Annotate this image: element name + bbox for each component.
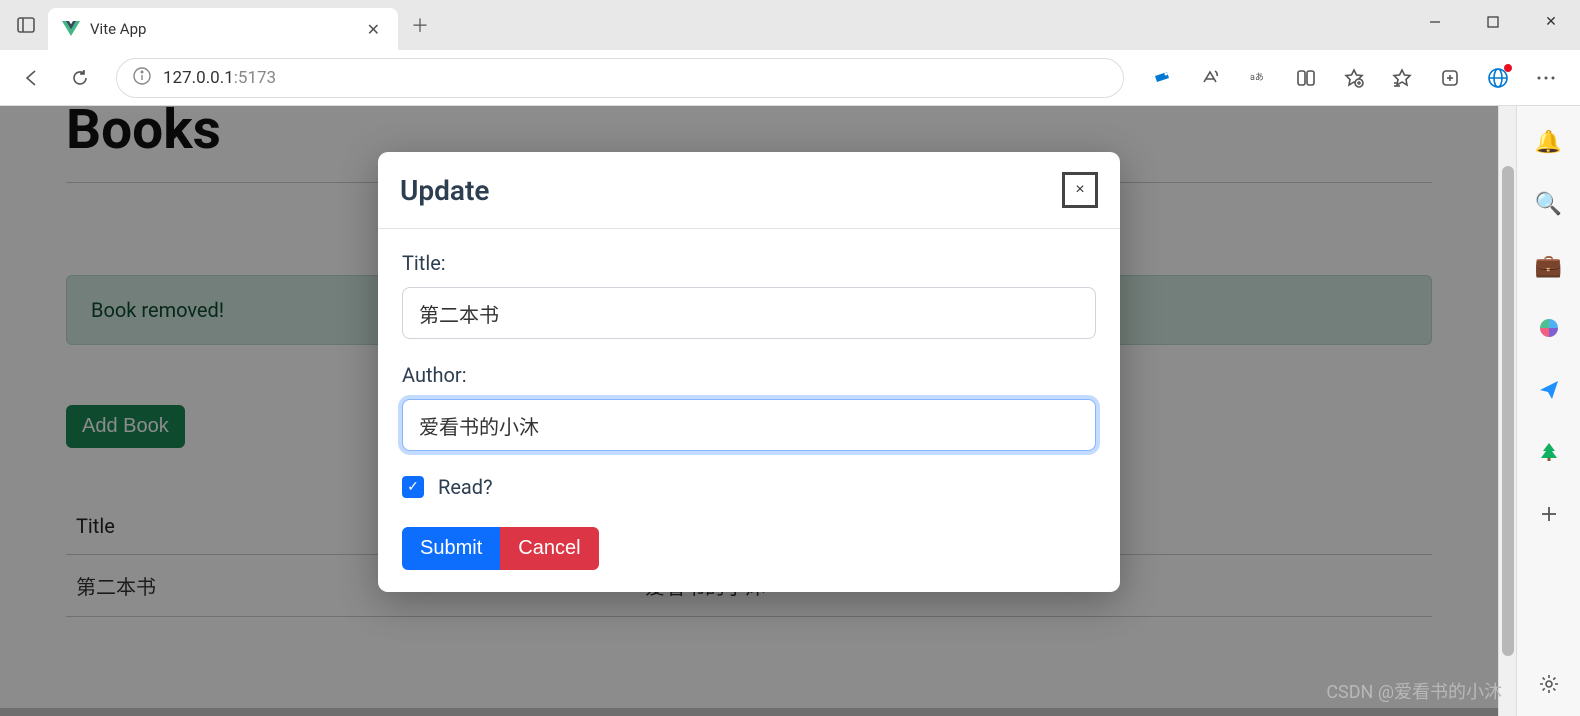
sidebar-office-icon[interactable] (1529, 308, 1569, 348)
menu-button[interactable] (1524, 58, 1568, 98)
sidebar-search-icon[interactable]: 🔍 (1529, 184, 1569, 224)
read-aloud-icon[interactable] (1188, 58, 1232, 98)
modal-footer: Submit Cancel (402, 527, 1096, 570)
modal-body: Title: Author: ✓ Read? Submit Cancel (378, 229, 1120, 592)
sidebar-tools-icon[interactable]: 💼 (1529, 246, 1569, 286)
read-label: Read? (438, 475, 493, 499)
scrollbar[interactable] (1498, 106, 1516, 716)
tab-overview-button[interactable] (8, 7, 44, 43)
back-button[interactable] (12, 58, 52, 98)
window-controls: ✕ (1406, 0, 1580, 44)
submit-button[interactable]: Submit (402, 527, 500, 570)
tab-title: Vite App (90, 20, 353, 38)
site-info-icon[interactable] (133, 67, 151, 89)
split-screen-icon[interactable] (1284, 58, 1328, 98)
scrollbar-thumb[interactable] (1502, 166, 1514, 656)
author-label: Author: (402, 363, 1096, 387)
modal-close-button[interactable]: × (1062, 172, 1098, 208)
watermark: CSDN @爱看书的小沐 (1326, 678, 1502, 704)
sidebar-tree-icon[interactable] (1529, 432, 1569, 472)
sidebar-notifications-icon[interactable]: 🔔 (1529, 122, 1569, 162)
favorites-icon[interactable] (1332, 58, 1376, 98)
update-modal: Update × Title: Author: ✓ Read? (378, 152, 1120, 592)
address-bar: 127.0.0.1:5173 aあ (0, 50, 1580, 106)
refresh-button[interactable] (60, 58, 100, 98)
browser-chrome: Vite App ✕ ＋ ✕ 127.0.0.1:5173 (0, 0, 1580, 106)
title-input[interactable] (402, 287, 1096, 339)
modal-backdrop[interactable]: Update × Title: Author: ✓ Read? (0, 106, 1498, 716)
sidebar-settings-icon[interactable] (1529, 664, 1569, 704)
svg-text:aあ: aあ (1250, 72, 1264, 83)
page-viewport: Books Book removed! Add Book Title Autho… (0, 106, 1498, 716)
minimize-button[interactable] (1406, 0, 1464, 44)
tab-close-button[interactable]: ✕ (363, 16, 384, 43)
close-window-button[interactable]: ✕ (1522, 0, 1580, 44)
edge-sidebar: 🔔 🔍 💼 (1516, 106, 1580, 716)
collections-icon[interactable] (1428, 58, 1472, 98)
url-bar[interactable]: 127.0.0.1:5173 (116, 58, 1124, 98)
url-text: 127.0.0.1:5173 (163, 68, 276, 88)
translate-icon[interactable]: aあ (1236, 58, 1280, 98)
maximize-button[interactable] (1464, 0, 1522, 44)
browser-tab[interactable]: Vite App ✕ (48, 8, 398, 50)
toolbar-icons: aあ (1140, 58, 1568, 98)
favorites-list-icon[interactable] (1380, 58, 1424, 98)
new-tab-button[interactable]: ＋ (402, 7, 438, 43)
cancel-button[interactable]: Cancel (500, 527, 598, 570)
extensions-icon[interactable] (1476, 58, 1520, 98)
tab-bar: Vite App ✕ ＋ ✕ (0, 0, 1580, 50)
author-input[interactable] (402, 399, 1096, 451)
sidebar-add-icon[interactable] (1529, 494, 1569, 534)
title-label: Title: (402, 251, 1096, 275)
modal-title: Update (400, 174, 489, 207)
sidebar-send-icon[interactable] (1529, 370, 1569, 410)
shopping-icon[interactable] (1140, 58, 1184, 98)
modal-header: Update × (378, 152, 1120, 229)
read-checkbox[interactable]: ✓ (402, 476, 424, 498)
vue-favicon-icon (62, 20, 80, 38)
